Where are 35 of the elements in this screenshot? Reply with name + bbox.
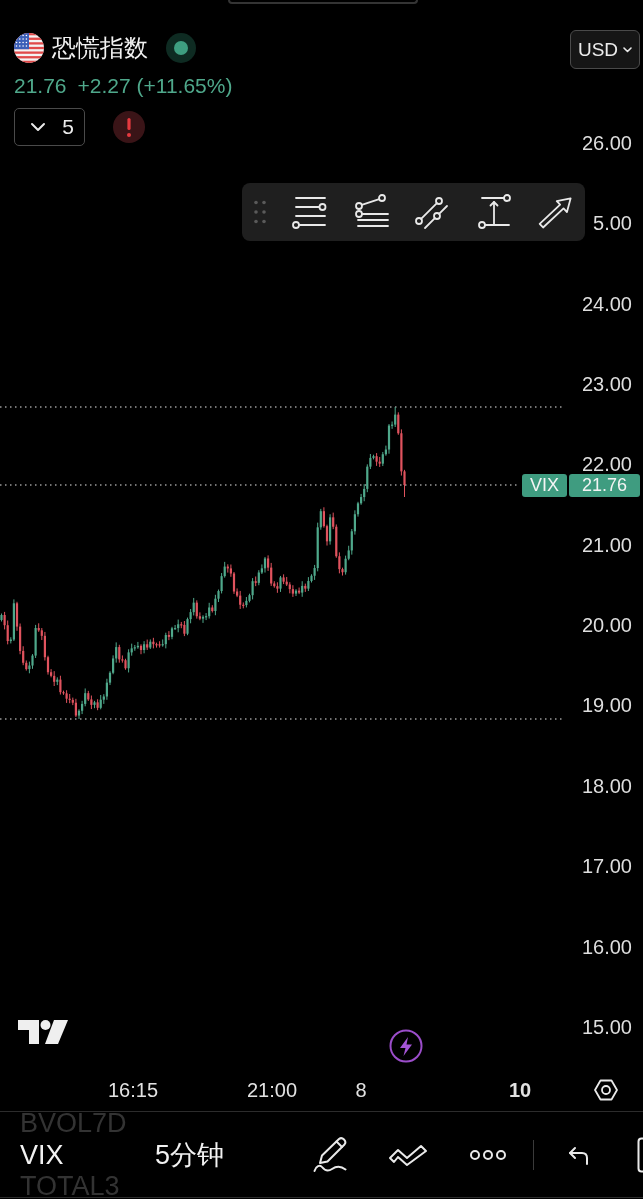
- pencil-icon[interactable]: [312, 1135, 349, 1174]
- price-axis-label: 5.00: [593, 214, 632, 233]
- symbol-title: 恐慌指数: [52, 33, 148, 63]
- time-axis-label: 21:00: [246, 1080, 298, 1100]
- currency-dropdown[interactable]: USD: [570, 30, 640, 69]
- price-axis-label: 23.00: [581, 375, 632, 394]
- interval-button[interactable]: 5分钟: [155, 1138, 225, 1171]
- settings-icon[interactable]: [593, 1077, 619, 1103]
- price-axis-label: 20.00: [581, 616, 632, 635]
- time-axis-label: 10: [508, 1080, 532, 1100]
- symbol-price-tag: VIX: [521, 474, 567, 497]
- logo-icon: [18, 1020, 68, 1044]
- drag-handle-icon[interactable]: [254, 200, 266, 224]
- zigzag-icon[interactable]: [388, 1142, 429, 1167]
- alert-icon[interactable]: [113, 111, 145, 143]
- price-axis-label: 22.00: [581, 455, 632, 474]
- price-axis-label: 26.00: [581, 133, 632, 152]
- time-axis-label: 8: [355, 1080, 367, 1100]
- price-tag: 21.76: [568, 474, 640, 497]
- bracket-icon[interactable]: [637, 1136, 643, 1173]
- time-axis-label: 16:15: [107, 1080, 159, 1100]
- symbol-option[interactable]: VIX: [20, 1143, 64, 1166]
- price-axis-label: 15.00: [581, 1017, 632, 1036]
- indicators-toggle[interactable]: 5: [14, 108, 85, 146]
- price-axis-label: 16.00: [581, 937, 632, 956]
- price-axis-label: 24.00: [581, 294, 632, 313]
- chevron-down-icon: [623, 46, 633, 53]
- lightning-icon[interactable]: [389, 1029, 423, 1063]
- price-axis-label: 19.00: [581, 696, 632, 715]
- price-change: +2.27 (+11.65%): [77, 74, 233, 98]
- flag-icon: [14, 33, 44, 63]
- price-axis-label: 18.00: [581, 776, 632, 795]
- last-price: 21.76: [14, 74, 67, 98]
- price-axis-label: 17.00: [581, 857, 632, 876]
- price-axis-label: 21.00: [581, 535, 632, 554]
